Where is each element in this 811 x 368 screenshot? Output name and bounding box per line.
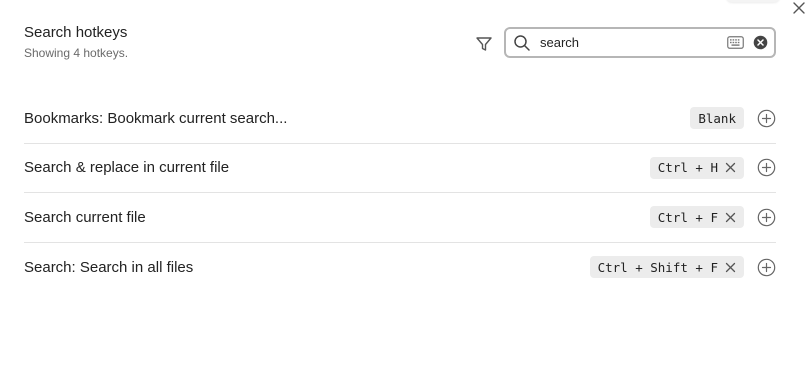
search-icon: [512, 33, 532, 53]
search-box: [504, 27, 776, 58]
hotkey-command-label: Search current file: [24, 208, 146, 226]
search-input[interactable]: [540, 35, 726, 50]
hotkey-command-label: Search: Search in all files: [24, 258, 194, 276]
add-hotkey-icon[interactable]: [756, 207, 776, 227]
hotkey-row: Bookmarks: Bookmark current search... Bl…: [24, 94, 776, 144]
remove-hotkey-icon[interactable]: [724, 211, 736, 223]
remove-hotkey-icon[interactable]: [724, 261, 736, 273]
hotkey-command-label: Search & replace in current file: [24, 159, 230, 177]
hotkey-keys: Ctrl + H: [657, 160, 718, 176]
hotkeys-header: Search hotkeys Showing 4 hotkeys.: [24, 24, 776, 64]
hotkey-chip: Ctrl + H: [649, 156, 744, 179]
keyboard-icon[interactable]: [726, 35, 744, 51]
hotkey-row: Search & replace in current file Ctrl + …: [24, 144, 776, 193]
remove-hotkey-icon[interactable]: [724, 162, 736, 174]
close-icon[interactable]: [791, 0, 807, 16]
add-hotkey-icon[interactable]: [756, 158, 776, 178]
floating-toolbar-edge: [726, 0, 780, 2]
add-hotkey-icon[interactable]: [756, 257, 776, 277]
hotkey-chip: Ctrl + F: [649, 206, 744, 229]
hotkey-chip: Ctrl + Shift + F: [589, 256, 744, 279]
hotkey-row: Search: Search in all files Ctrl + Shift…: [24, 243, 776, 293]
clear-search-icon[interactable]: [752, 35, 768, 51]
hotkey-chip: Blank: [690, 107, 744, 130]
hotkey-keys: Ctrl + F: [657, 209, 718, 225]
filter-icon[interactable]: [474, 34, 494, 54]
hotkey-command-label: Bookmarks: Bookmark current search...: [24, 109, 288, 127]
hotkey-keys: Blank: [698, 110, 736, 126]
hotkey-list: Bookmarks: Bookmark current search... Bl…: [24, 94, 776, 292]
hotkey-keys: Ctrl + Shift + F: [597, 259, 718, 275]
hotkey-row: Search current file Ctrl + F: [24, 193, 776, 243]
add-hotkey-icon[interactable]: [756, 108, 776, 128]
